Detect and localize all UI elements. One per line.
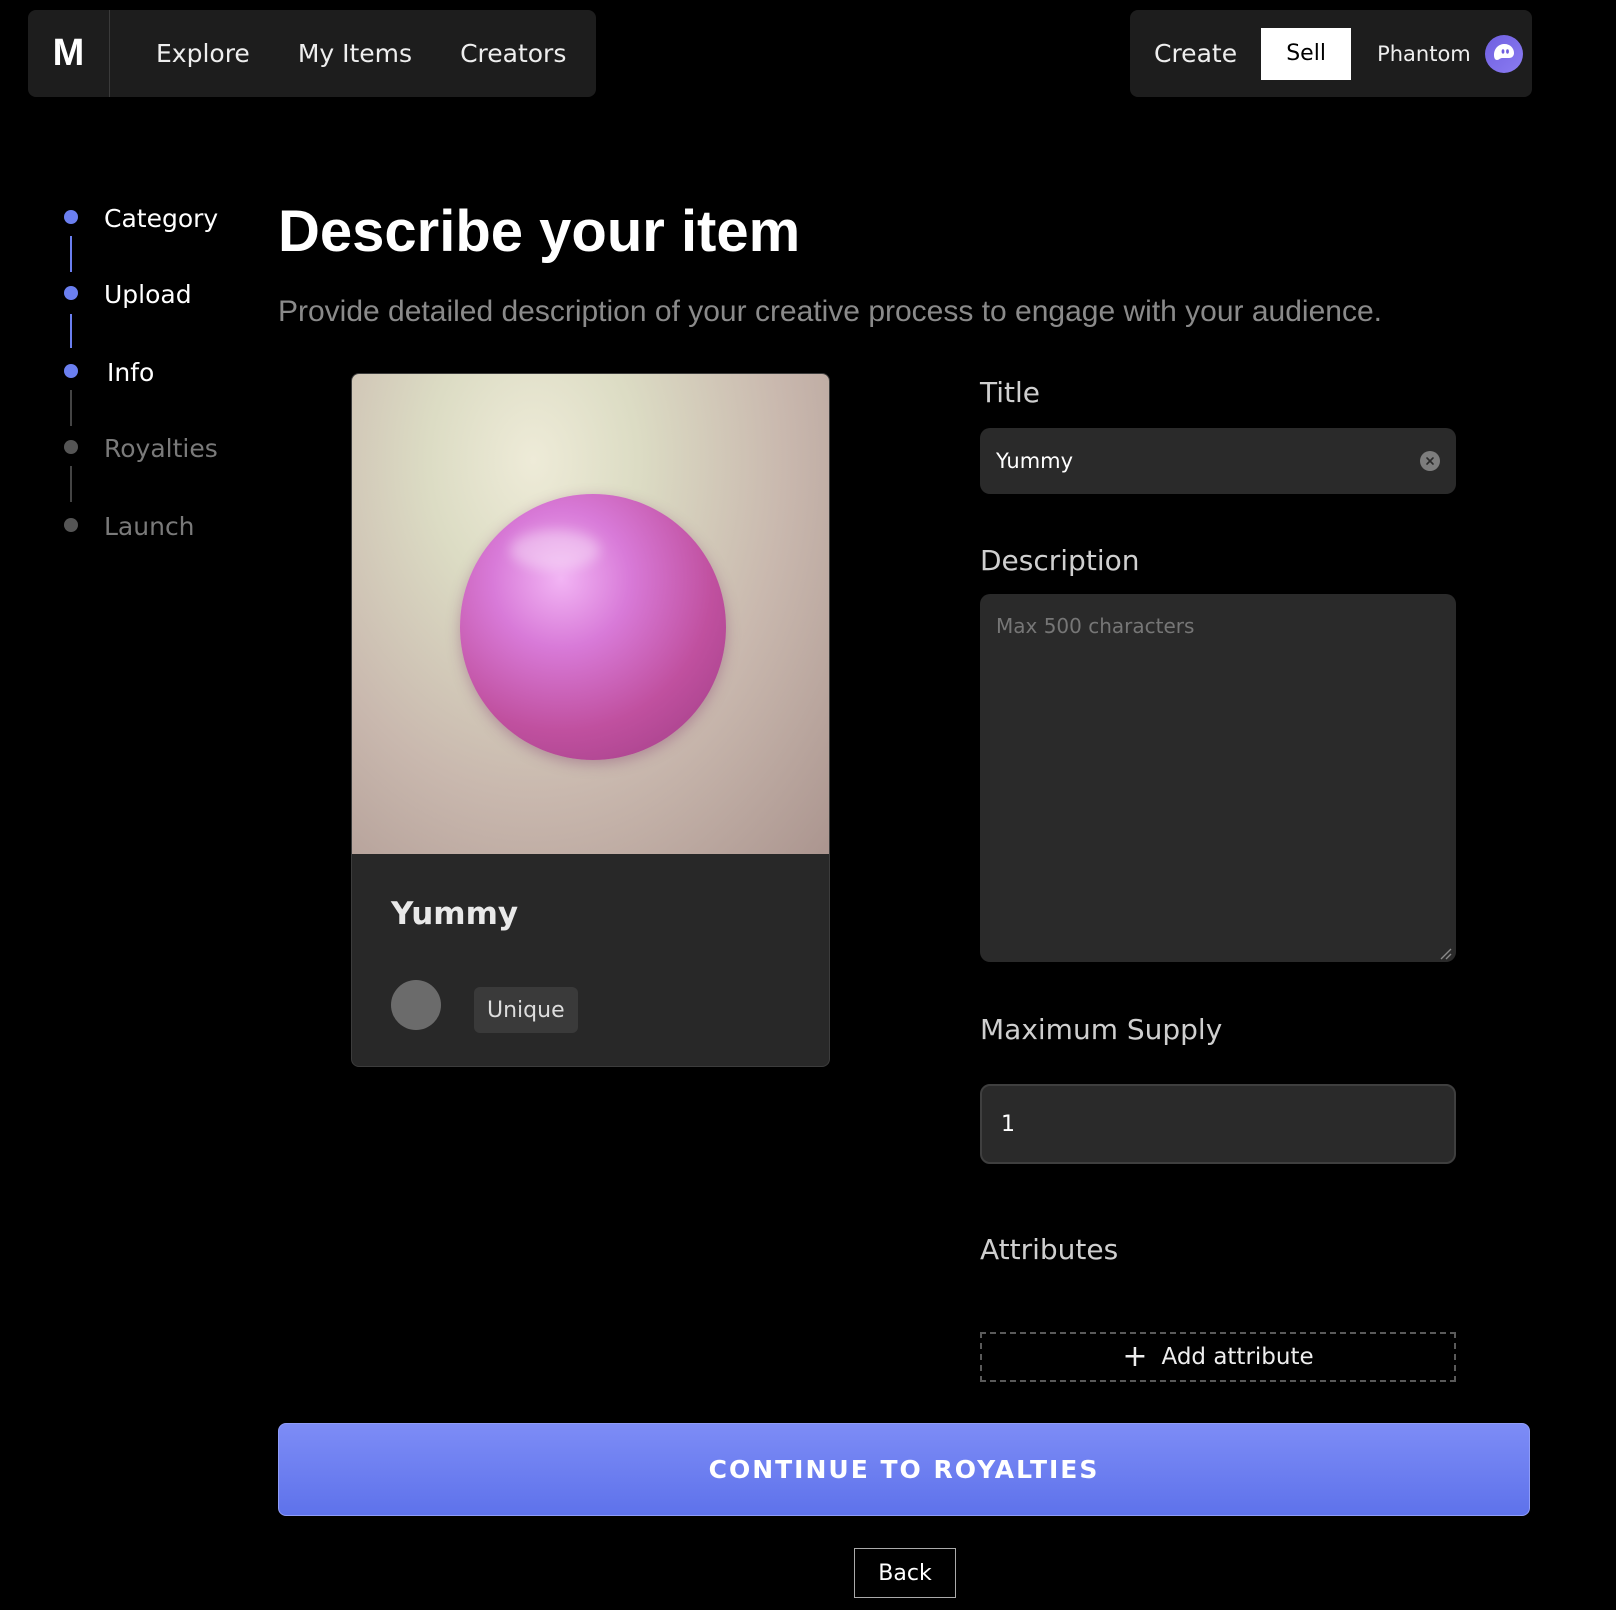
resize-handle-icon[interactable]	[1438, 946, 1452, 960]
back-button[interactable]: Back	[854, 1548, 956, 1598]
nav-create[interactable]: Create	[1130, 39, 1261, 68]
title-label: Title	[980, 376, 1041, 409]
description-textarea[interactable]	[980, 594, 1456, 962]
sell-button[interactable]: Sell	[1261, 27, 1352, 80]
page-title: Describe your item	[278, 199, 801, 264]
nav-my-items[interactable]: My Items	[274, 39, 436, 68]
title-input[interactable]	[980, 428, 1456, 494]
step-dot-active	[64, 364, 78, 378]
nav-creators[interactable]: Creators	[436, 39, 590, 68]
pink-sphere-artwork	[460, 494, 726, 760]
step-label: Launch	[104, 512, 195, 541]
step-dot-pending	[64, 518, 78, 532]
title-field-wrapper	[980, 428, 1456, 494]
step-connector	[70, 314, 72, 348]
sphere-highlight	[510, 530, 600, 570]
description-label: Description	[980, 544, 1140, 577]
plus-icon: +	[1122, 1339, 1148, 1374]
step-label: Upload	[104, 280, 192, 309]
wallet-label: Phantom	[1377, 41, 1471, 66]
supply-label: Maximum Supply	[980, 1013, 1223, 1046]
step-label: Info	[107, 358, 155, 387]
step-connector	[70, 236, 72, 272]
phantom-ghost-icon	[1484, 34, 1523, 73]
step-label: Royalties	[104, 434, 218, 463]
item-preview-image	[352, 374, 829, 854]
step-dot-pending	[64, 440, 78, 454]
wallet-button[interactable]: Phantom	[1377, 34, 1523, 73]
step-dot-complete	[64, 210, 78, 224]
step-connector	[70, 466, 72, 502]
add-attribute-label: Add attribute	[1161, 1344, 1314, 1370]
edition-badge: Unique	[474, 987, 578, 1033]
top-nav-right: Create Sell Phantom	[1130, 10, 1532, 97]
preview-title: Yummy	[391, 896, 519, 932]
logo[interactable]: M	[28, 10, 110, 97]
avatar	[391, 980, 441, 1030]
clear-input-icon[interactable]	[1420, 451, 1440, 471]
step-label: Category	[104, 204, 219, 233]
nav-explore[interactable]: Explore	[132, 39, 274, 68]
attributes-label: Attributes	[980, 1233, 1119, 1266]
step-connector	[70, 390, 72, 426]
item-preview-card: Yummy Unique	[351, 373, 830, 1067]
top-nav-left: M Explore My Items Creators	[28, 10, 596, 97]
add-attribute-button[interactable]: + Add attribute	[980, 1332, 1456, 1382]
supply-input[interactable]	[980, 1084, 1456, 1164]
page-subtitle: Provide detailed description of your cre…	[278, 295, 1382, 328]
step-dot-complete	[64, 286, 78, 300]
create-item-page: M Explore My Items Creators Create Sell …	[0, 0, 1616, 1610]
continue-button[interactable]: CONTINUE TO ROYALTIES	[278, 1423, 1530, 1516]
